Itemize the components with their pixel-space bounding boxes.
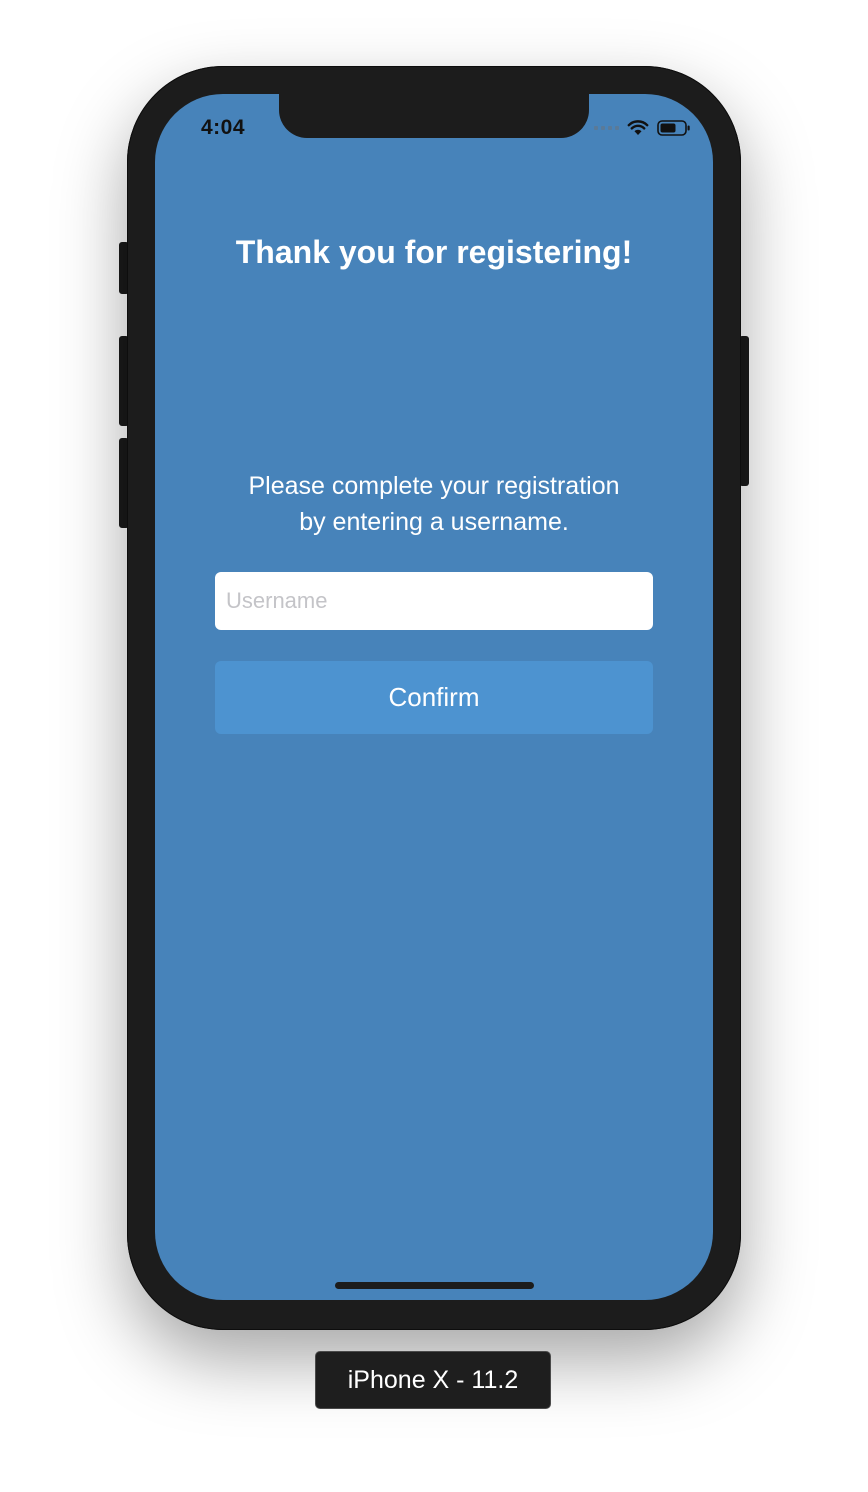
status-icons bbox=[594, 120, 691, 136]
device-label: iPhone X - 11.2 bbox=[315, 1351, 551, 1409]
home-indicator[interactable] bbox=[335, 1282, 534, 1289]
signal-dots-icon bbox=[594, 126, 619, 130]
confirm-button[interactable]: Confirm bbox=[215, 661, 653, 734]
battery-icon bbox=[657, 120, 691, 136]
notch bbox=[279, 94, 589, 138]
username-input[interactable] bbox=[215, 572, 653, 630]
wifi-icon bbox=[627, 120, 649, 136]
simulator-stage: 4:04 Thank you for registering! Please c… bbox=[0, 0, 868, 1492]
page-title: Thank you for registering! bbox=[235, 234, 633, 270]
instructions-text: Please complete your registration by ent… bbox=[248, 472, 620, 536]
status-time: 4:04 bbox=[201, 116, 246, 139]
phone-screen: 4:04 Thank you for registering! Please c… bbox=[155, 94, 713, 1300]
